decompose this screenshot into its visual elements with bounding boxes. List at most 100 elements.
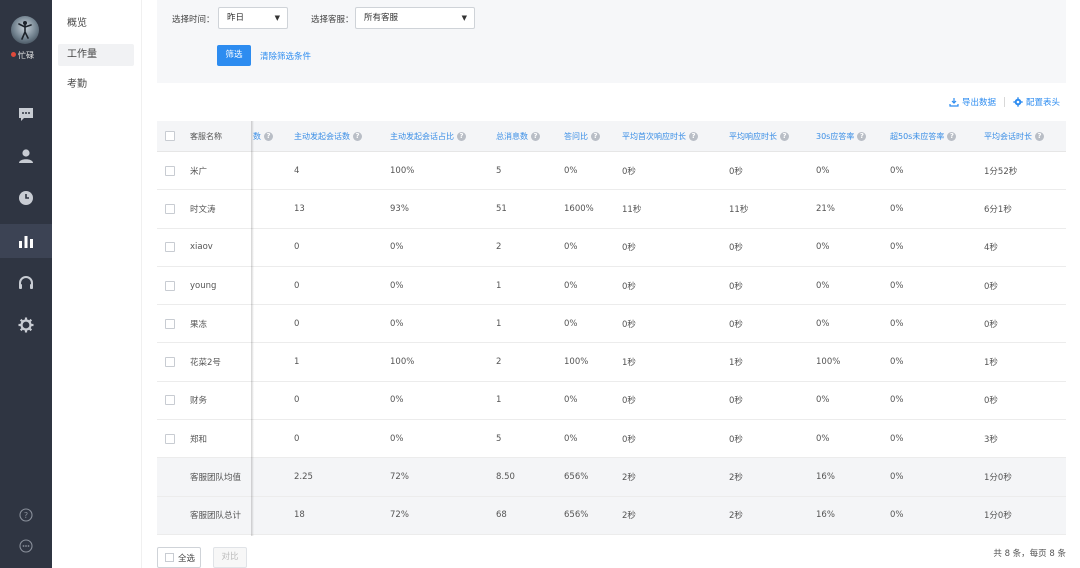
export-label: 导出数据	[961, 98, 996, 108]
column-header-initiated-sessions[interactable]: 主动发起会话数?	[294, 121, 362, 151]
column-header-agent-name[interactable]: 客服名称	[190, 121, 222, 151]
help-icon[interactable]: ?	[264, 131, 273, 141]
cell-initiated-ratio: 100%	[390, 165, 415, 176]
row-select-checkbox[interactable]	[165, 165, 175, 176]
statistics-submenu: 概览 工作量 考勤	[52, 0, 142, 568]
column-header-total-count[interactable]: 数?	[253, 121, 273, 151]
left-rail: 忙碌 ?	[0, 0, 52, 568]
select-all-button[interactable]: 全选	[157, 547, 201, 568]
agent-status[interactable]: 忙碌	[11, 50, 34, 61]
nav-more[interactable]	[0, 529, 52, 563]
nav-service[interactable]	[0, 266, 52, 300]
cell-avg-first-response: 0秒	[622, 396, 636, 407]
settings-icon	[18, 317, 34, 333]
cell-initiated-sessions: 1	[294, 357, 300, 368]
nav-chat[interactable]	[0, 97, 52, 131]
submenu-item-attendance[interactable]: 考勤	[58, 74, 134, 96]
nav-statistics[interactable]	[0, 224, 52, 258]
cell-avg-response: 11秒	[729, 204, 749, 215]
cell-answer-ratio: 0%	[564, 395, 578, 406]
fixed-column-shadow	[251, 121, 254, 536]
cell-answer-ratio: 1600%	[564, 203, 594, 214]
cell-answer-rate-30s: 100%	[816, 357, 841, 368]
column-header-avg-response[interactable]: 平均响应时长?	[729, 121, 789, 151]
column-header-unanswered-rate-50s[interactable]: 超50s未应答率?	[890, 121, 957, 151]
filter-button[interactable]: 筛选	[217, 45, 251, 66]
cell-agent-name: 时文涛	[190, 204, 216, 215]
cell-total-messages: 2	[496, 242, 502, 253]
cell-avg-first-response: 2秒	[622, 511, 636, 522]
help-icon[interactable]: ?	[531, 131, 540, 141]
clear-filter-link[interactable]: 清除筛选条件	[260, 50, 311, 62]
row-select-checkbox[interactable]	[165, 242, 175, 253]
cell-avg-response: 0秒	[729, 166, 743, 177]
column-header-label: 数	[253, 131, 261, 141]
config-header-button[interactable]: 配置表头	[1013, 96, 1060, 108]
cell-initiated-sessions: 0	[294, 318, 300, 329]
header-select-checkbox[interactable]	[165, 131, 175, 141]
column-header-avg-first-response[interactable]: 平均首次响应时长?	[622, 121, 698, 151]
help-icon[interactable]: ?	[353, 131, 362, 141]
column-header-initiated-ratio[interactable]: 主动发起会话占比?	[390, 121, 466, 151]
cell-initiated-sessions: 18	[294, 510, 305, 521]
column-header-answer-ratio[interactable]: 答问比?	[564, 121, 600, 151]
cell-answer-ratio: 0%	[564, 280, 578, 291]
table-row: 时文涛 13 93% 51 1600% 11秒 11秒 21% 0% 6分1秒	[157, 190, 1066, 229]
cell-unanswered-rate-50s: 0%	[890, 433, 904, 444]
help-icon[interactable]: ?	[457, 131, 466, 141]
cell-avg-response: 0秒	[729, 281, 743, 292]
nav-help[interactable]: ?	[0, 498, 52, 532]
submenu-item-overview[interactable]: 概览	[58, 13, 134, 35]
nav-history[interactable]	[0, 181, 52, 215]
cell-answer-rate-30s: 0%	[816, 165, 830, 176]
cell-unanswered-rate-50s: 0%	[890, 280, 904, 291]
column-header-label: 超50s未应答率	[890, 131, 945, 141]
cell-answer-ratio: 100%	[564, 357, 589, 368]
toolbar-divider	[1003, 97, 1005, 107]
avatar[interactable]	[11, 16, 39, 44]
cell-answer-ratio: 0%	[564, 318, 578, 329]
row-select-checkbox[interactable]	[165, 280, 175, 291]
cell-agent-name: 米广	[190, 166, 208, 177]
cell-answer-rate-30s: 0%	[816, 433, 830, 444]
help-icon[interactable]: ?	[1035, 131, 1044, 141]
table-row: 花菜2号 1 100% 2 100% 1秒 1秒 100% 0% 1秒	[157, 343, 1066, 382]
summary-row: 客服团队总计 18 72% 68 656% 2秒 2秒 16% 0% 1分0秒	[157, 496, 1066, 535]
cell-initiated-sessions: 0	[294, 280, 300, 291]
table-row: young 0 0% 1 0% 0秒 0秒 0% 0% 0秒	[157, 267, 1066, 306]
help-icon[interactable]: ?	[947, 131, 957, 141]
export-button[interactable]: 导出数据	[949, 96, 996, 108]
cell-initiated-ratio: 0%	[390, 280, 404, 291]
column-header-label: 平均首次响应时长	[622, 131, 686, 141]
row-select-checkbox[interactable]	[165, 433, 175, 444]
cell-initiated-ratio: 0%	[390, 242, 404, 253]
help-icon[interactable]: ?	[780, 131, 789, 141]
column-header-avg-session-duration[interactable]: 平均会话时长?	[984, 121, 1044, 151]
row-select-checkbox[interactable]	[165, 395, 175, 406]
table-row: 米广 4 100% 5 0% 0秒 0秒 0% 0% 1分52秒	[157, 152, 1066, 191]
nav-user[interactable]	[0, 139, 52, 173]
row-select-checkbox[interactable]	[165, 203, 175, 214]
help-icon[interactable]: ?	[689, 131, 698, 141]
column-header-total-messages[interactable]: 总消息数?	[496, 121, 540, 151]
time-select[interactable]: 昨日 ▼	[218, 7, 288, 29]
cell-unanswered-rate-50s: 0%	[890, 510, 904, 521]
help-icon[interactable]: ?	[591, 131, 600, 141]
column-header-answer-rate-30s[interactable]: 30s应答率?	[816, 121, 867, 151]
nav-settings[interactable]	[0, 308, 52, 342]
agent-select[interactable]: 所有客服 ▼	[355, 7, 475, 29]
help-icon[interactable]: ?	[857, 131, 867, 141]
caret-down-icon: ▼	[274, 14, 280, 22]
compare-button[interactable]: 对比	[213, 547, 247, 568]
cell-initiated-sessions: 2.25	[294, 472, 313, 483]
submenu-item-workload[interactable]: 工作量	[58, 44, 134, 66]
cell-agent-name: 果冻	[190, 319, 208, 330]
row-select-checkbox[interactable]	[165, 318, 175, 329]
select-all-checkbox[interactable]	[165, 553, 174, 562]
filter-panel: 选择时间： 昨日 ▼ 选择客服： 所有客服 ▼ 筛选 清除筛选条件	[157, 0, 1066, 83]
help-icon: ?	[19, 508, 33, 522]
row-select-checkbox[interactable]	[165, 357, 175, 368]
cell-initiated-ratio: 93%	[390, 203, 409, 214]
clock-icon	[19, 191, 33, 205]
cell-total-messages: 5	[496, 165, 502, 176]
